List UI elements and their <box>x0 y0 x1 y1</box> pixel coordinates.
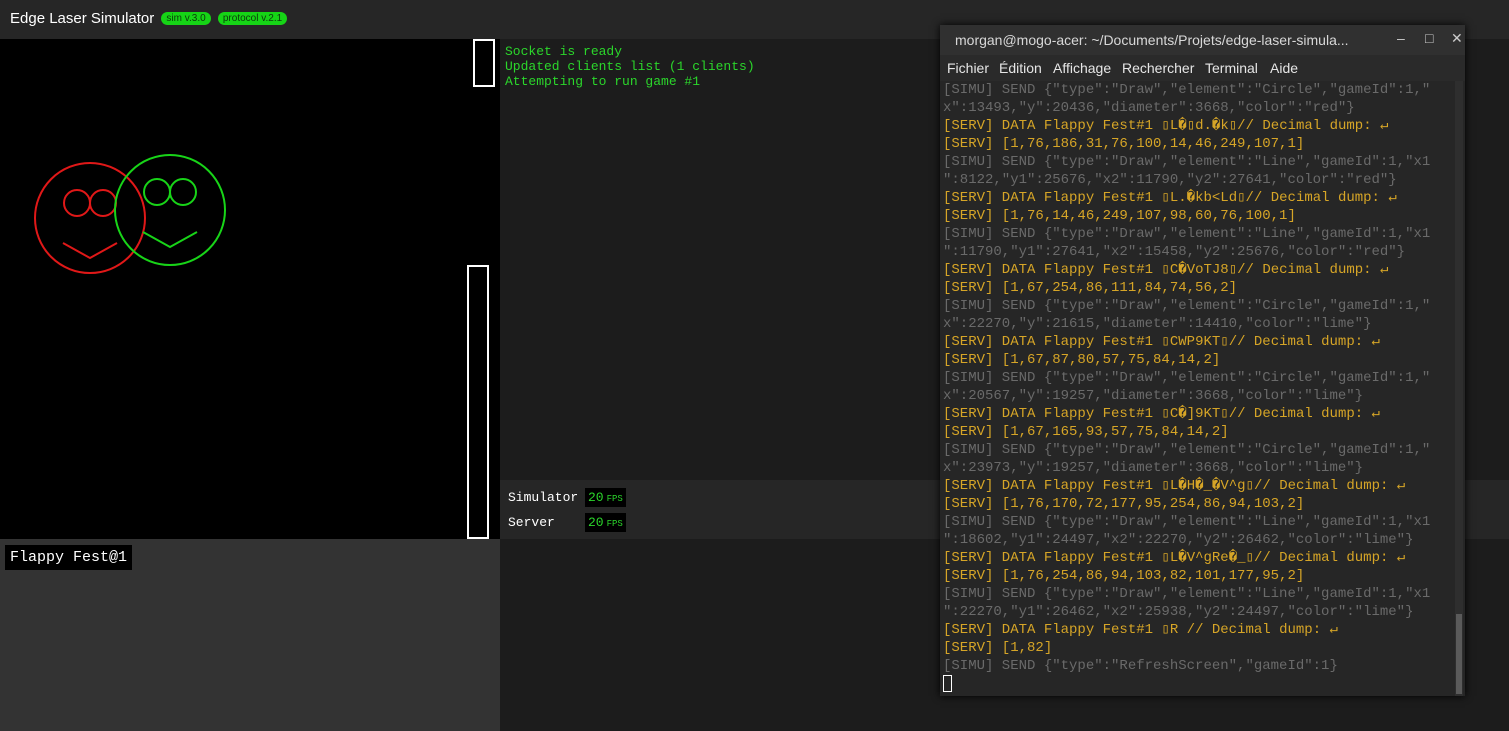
top-pipe <box>473 39 495 87</box>
terminal-line: ":22270,"y1":26462,"x2":25938,"y2":24497… <box>943 604 1414 620</box>
terminal-line: [SERV] [1,76,186,31,76,100,14,46,249,107… <box>943 136 1305 152</box>
terminal-scrollbar[interactable] <box>1455 81 1463 696</box>
terminal-title: morgan@mogo-acer: ~/Documents/Projets/ed… <box>955 32 1349 48</box>
terminal-line: [SERV] [1,76,254,86,94,103,82,101,177,95… <box>943 568 1305 584</box>
app-title-row: Edge Laser Simulator sim v.3.0 protocol … <box>10 10 288 27</box>
terminal-line: [SERV] DATA Flappy Fest#1 ▯L.�kb<Ld▯// D… <box>943 190 1397 206</box>
terminal-line: [SERV] DATA Flappy Fest#1 ▯CWP9KT▯// Dec… <box>943 334 1380 350</box>
terminal-output[interactable]: [SIMU] SEND {"type":"Draw","element":"Ci… <box>940 81 1465 696</box>
minimize-icon[interactable]: – <box>1397 30 1405 46</box>
log-line: Socket is ready <box>505 44 623 59</box>
games-panel: Flappy Fest@1 <box>0 539 500 731</box>
terminal-line: [SERV] [1,76,14,46,249,107,98,60,76,100,… <box>943 208 1296 224</box>
menu-edition[interactable]: Édition <box>999 60 1042 76</box>
menu-terminal[interactable]: Terminal <box>1205 60 1258 76</box>
terminal-line: [SIMU] SEND {"type":"Draw","element":"Ci… <box>943 442 1431 458</box>
server-fps-value: 20 FPS <box>585 512 626 532</box>
bottom-pipe <box>467 265 489 539</box>
menu-affichage[interactable]: Affichage <box>1053 60 1111 76</box>
server-fps-row: Server 20 FPS <box>508 512 626 532</box>
game-entry[interactable]: Flappy Fest@1 <box>5 545 133 570</box>
terminal-line: [SERV] [1,67,254,86,111,84,74,56,2] <box>943 280 1238 296</box>
log-line: Updated clients list (1 clients) <box>505 59 755 74</box>
terminal-line: [SERV] DATA Flappy Fest#1 ▯L�▯d.�k▯// De… <box>943 118 1389 134</box>
terminal-line: ":8122,"y1":25676,"x2":11790,"y2":27641,… <box>943 172 1397 188</box>
terminal-line: [SIMU] SEND {"type":"RefreshScreen","gam… <box>943 658 1338 674</box>
protocol-version-badge: protocol v.2.1 <box>217 12 288 25</box>
game-canvas[interactable] <box>0 39 500 539</box>
simulator-fps-row: Simulator 20 FPS <box>508 487 626 507</box>
app-title: Edge Laser Simulator <box>10 10 155 27</box>
red-smiley <box>34 162 146 274</box>
green-smiley <box>114 154 226 266</box>
terminal-line: [SIMU] SEND {"type":"Draw","element":"Li… <box>943 226 1431 242</box>
log-line: Attempting to run game #1 <box>505 74 701 89</box>
menu-rechercher[interactable]: Rechercher <box>1122 60 1194 76</box>
terminal-line: ":18602,"y1":24497,"x2":22270,"y2":26462… <box>943 532 1414 548</box>
terminal-menubar: Fichier Édition Affichage Rechercher Ter… <box>940 56 1465 80</box>
terminal-cursor <box>943 675 952 692</box>
terminal-titlebar[interactable]: morgan@mogo-acer: ~/Documents/Projets/ed… <box>940 25 1465 55</box>
sim-version-badge: sim v.3.0 <box>161 12 211 25</box>
simulator-fps-label: Simulator <box>508 489 579 505</box>
scrollbar-thumb[interactable] <box>1456 614 1462 694</box>
terminal-window[interactable]: morgan@mogo-acer: ~/Documents/Projets/ed… <box>940 25 1465 696</box>
close-icon[interactable]: ✕ <box>1451 30 1463 47</box>
terminal-line: [SERV] [1,82] <box>943 640 1053 656</box>
log-lines: Socket is ready Updated clients list (1 … <box>505 44 755 89</box>
terminal-line: x":23973,"y":19257,"diameter":3668,"colo… <box>943 460 1364 476</box>
terminal-line: [SIMU] SEND {"type":"Draw","element":"Ci… <box>943 82 1431 98</box>
terminal-line: [SERV] [1,76,170,72,177,95,254,86,94,103… <box>943 496 1305 512</box>
terminal-line: x":20567,"y":19257,"diameter":3668,"colo… <box>943 388 1364 404</box>
terminal-line: x":22270,"y":21615,"diameter":14410,"col… <box>943 316 1372 332</box>
terminal-line: [SERV] DATA Flappy Fest#1 ▯R // Decimal … <box>943 622 1338 638</box>
menu-fichier[interactable]: Fichier <box>947 60 989 76</box>
terminal-line: [SIMU] SEND {"type":"Draw","element":"Li… <box>943 514 1431 530</box>
maximize-icon[interactable]: □ <box>1425 30 1433 46</box>
simulator-fps-value: 20 FPS <box>585 487 626 507</box>
terminal-line: [SIMU] SEND {"type":"Draw","element":"Li… <box>943 154 1431 170</box>
terminal-line: [SIMU] SEND {"type":"Draw","element":"Li… <box>943 586 1431 602</box>
terminal-line: [SERV] [1,67,87,80,57,75,84,14,2] <box>943 352 1221 368</box>
terminal-line: [SERV] DATA Flappy Fest#1 ▯C�]9KT▯// Dec… <box>943 406 1380 422</box>
terminal-line: [SIMU] SEND {"type":"Draw","element":"Ci… <box>943 298 1431 314</box>
menu-aide[interactable]: Aide <box>1270 60 1298 76</box>
terminal-line: x":13493,"y":20436,"diameter":3668,"colo… <box>943 100 1355 116</box>
terminal-line: ":11790,"y1":27641,"x2":15458,"y2":25676… <box>943 244 1406 260</box>
terminal-line: [SERV] DATA Flappy Fest#1 ▯L�V^gRe�_▯// … <box>943 550 1406 566</box>
terminal-line: [SIMU] SEND {"type":"Draw","element":"Ci… <box>943 370 1431 386</box>
terminal-line: [SERV] [1,67,165,93,57,75,84,14,2] <box>943 424 1229 440</box>
laser-drawing <box>34 154 226 274</box>
server-fps-label: Server <box>508 514 555 530</box>
terminal-line: [SERV] DATA Flappy Fest#1 ▯L�H�_�V^g▯// … <box>943 478 1406 494</box>
terminal-line: [SERV] DATA Flappy Fest#1 ▯C�VoTJ8▯// De… <box>943 262 1389 278</box>
